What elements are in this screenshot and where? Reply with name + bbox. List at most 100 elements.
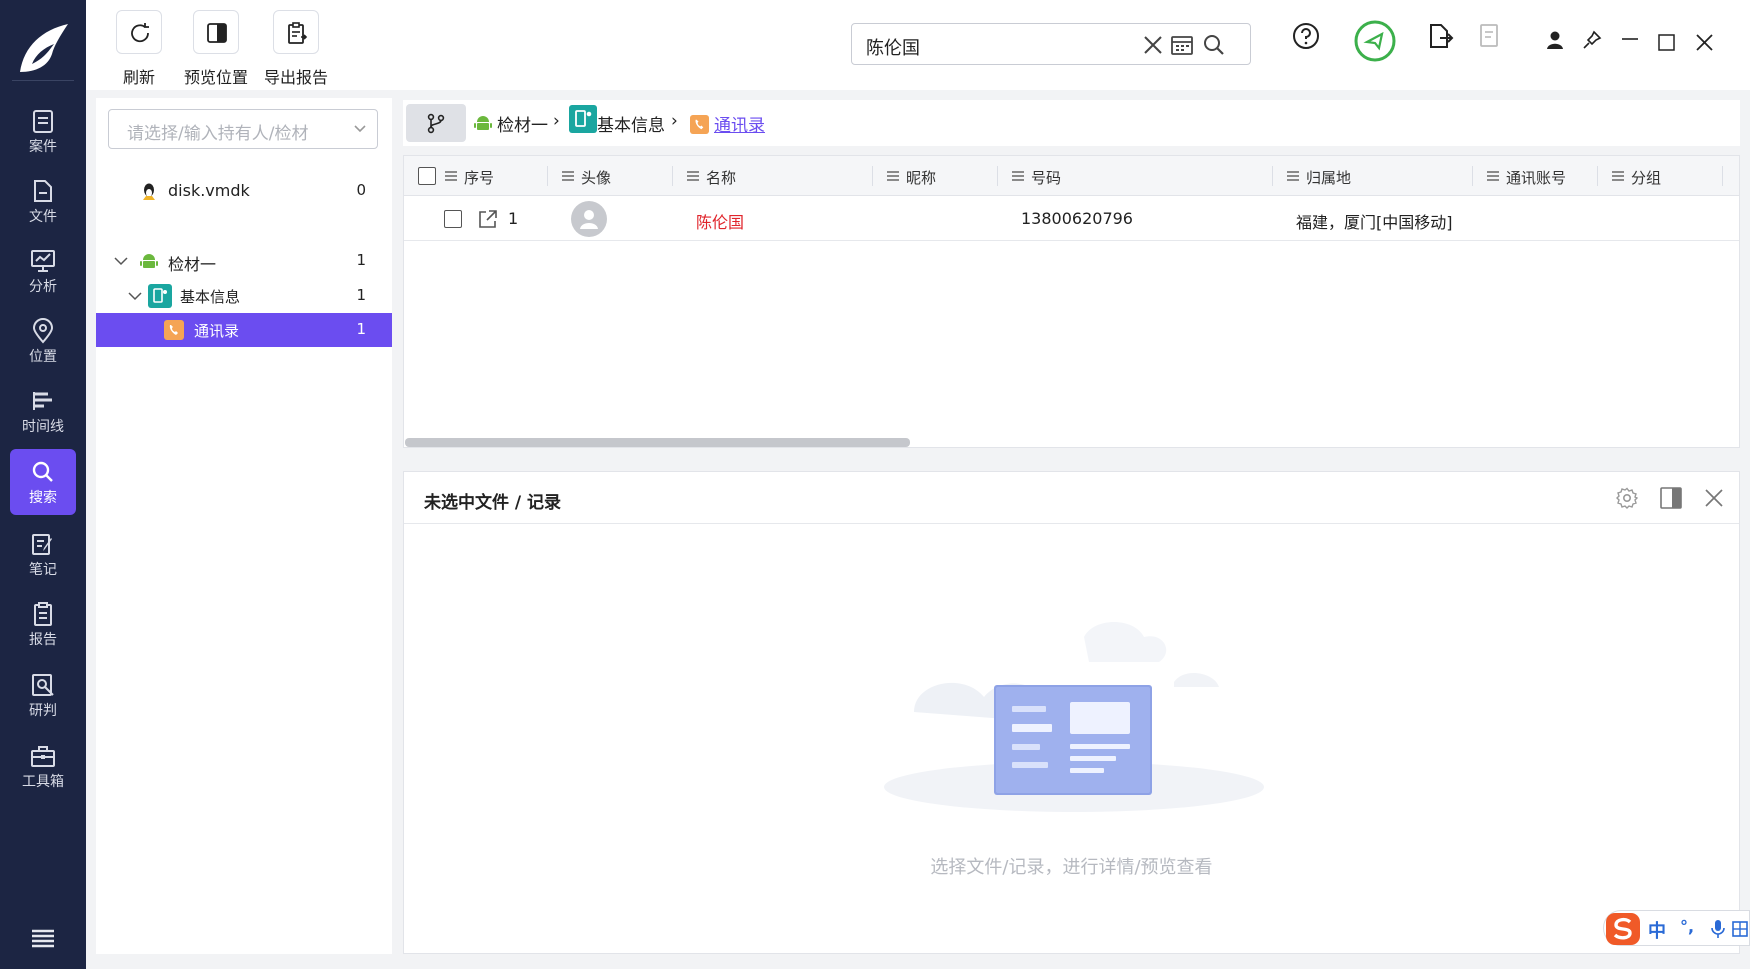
- nav-report[interactable]: 报告: [10, 591, 76, 657]
- column-header-location[interactable]: 归属地: [1306, 167, 1351, 188]
- column-menu-icon[interactable]: [1487, 171, 1499, 181]
- nav-case-label: 案件: [29, 139, 57, 155]
- analysis-icon: [31, 250, 55, 272]
- column-separator[interactable]: [1722, 166, 1723, 186]
- export-report-button-frame: [273, 10, 319, 54]
- column-menu-icon[interactable]: [1612, 171, 1624, 181]
- search-icon[interactable]: [1202, 34, 1226, 56]
- status-ok-icon[interactable]: [1354, 20, 1396, 62]
- column-header-nickname[interactable]: 昵称: [906, 167, 936, 188]
- tree-node-disk[interactable]: disk.vmdk 0: [96, 174, 392, 208]
- close-icon[interactable]: [1695, 33, 1714, 52]
- column-menu-icon[interactable]: [445, 171, 457, 181]
- column-menu-icon[interactable]: [562, 171, 574, 181]
- nav-location[interactable]: 位置: [10, 308, 76, 374]
- export-file-icon[interactable]: [1428, 22, 1454, 50]
- nav-timeline[interactable]: 时间线: [10, 378, 76, 444]
- timeline-icon: [33, 392, 52, 410]
- export-report-button[interactable]: 导出报告: [256, 10, 336, 88]
- column-menu-icon[interactable]: [1287, 171, 1299, 181]
- nav-report-label: 报告: [29, 632, 57, 648]
- clear-icon[interactable]: [1142, 34, 1164, 56]
- horizontal-scrollbar[interactable]: [405, 438, 910, 447]
- export-report-label: 导出报告: [263, 68, 328, 87]
- linux-icon: [143, 183, 155, 200]
- column-separator[interactable]: [997, 166, 998, 186]
- select-all-checkbox[interactable]: [418, 167, 436, 185]
- nav-judge[interactable]: 研判: [10, 662, 76, 728]
- tree-node-count: 0: [356, 181, 366, 199]
- keyboard-grid-icon[interactable]: [1732, 921, 1748, 937]
- empty-state-illustration: [884, 622, 1264, 812]
- global-search[interactable]: 陈伦国: [851, 23, 1251, 65]
- column-separator[interactable]: [1597, 166, 1598, 186]
- close-icon[interactable]: [1704, 488, 1724, 508]
- maximize-icon[interactable]: [1658, 34, 1675, 51]
- user-icon[interactable]: [1546, 30, 1564, 50]
- column-header-index[interactable]: 序号: [464, 167, 494, 188]
- column-header-avatar[interactable]: 头像: [581, 167, 611, 188]
- column-header-account[interactable]: 通讯账号: [1506, 167, 1566, 188]
- microphone-icon[interactable]: [1711, 919, 1725, 939]
- nav-toolbox[interactable]: 工具箱: [10, 733, 76, 799]
- open-external-icon[interactable]: [477, 208, 499, 230]
- chevron-down-icon[interactable]: [114, 256, 128, 266]
- report-icon: [34, 602, 52, 626]
- column-menu-icon[interactable]: [887, 171, 899, 181]
- ime-toolbar[interactable]: 中 °,: [1603, 910, 1750, 946]
- nav-analysis[interactable]: 分析: [10, 238, 76, 304]
- refresh-button[interactable]: 刷新: [112, 10, 166, 88]
- breadcrumb-basic-info[interactable]: 基本信息: [597, 111, 665, 136]
- breadcrumb-separator: ›: [671, 111, 678, 131]
- nav-files[interactable]: 文件: [10, 168, 76, 234]
- judge-icon: [32, 674, 54, 696]
- column-header-number[interactable]: 号码: [1031, 167, 1061, 188]
- search-input[interactable]: 陈伦国: [866, 34, 920, 60]
- column-header-name[interactable]: 名称: [706, 167, 736, 188]
- nav-judge-label: 研判: [29, 703, 57, 719]
- nav-notes[interactable]: 笔记: [10, 521, 76, 587]
- contacts-icon: [164, 320, 184, 340]
- row-checkbox[interactable]: [444, 210, 462, 228]
- tree-node-basic-info[interactable]: 基本信息 1: [96, 279, 392, 313]
- table-row[interactable]: 1 陈伦国 13800620796 福建，厦门[中国移动]: [404, 197, 1739, 241]
- ime-language[interactable]: 中: [1648, 917, 1666, 943]
- gear-icon[interactable]: [1616, 487, 1638, 509]
- minimize-icon[interactable]: [1621, 33, 1639, 45]
- pin-icon[interactable]: [1582, 30, 1602, 50]
- column-separator[interactable]: [1272, 166, 1273, 186]
- holder-select[interactable]: 请选择/输入持有人/检材: [108, 109, 378, 149]
- tree-node-evidence-one[interactable]: 检材一 1: [96, 244, 392, 278]
- menu-icon[interactable]: [30, 927, 56, 949]
- nav-analysis-label: 分析: [29, 279, 57, 295]
- breadcrumb-evidence-one[interactable]: 检材一: [497, 111, 548, 136]
- split-panel-icon[interactable]: [1660, 487, 1682, 509]
- nav-search[interactable]: 搜索: [10, 449, 76, 515]
- column-menu-icon[interactable]: [687, 171, 699, 181]
- breadcrumb-contacts[interactable]: 通讯录: [714, 111, 765, 136]
- tree-node-contacts[interactable]: 通讯录 1: [96, 313, 392, 347]
- chevron-down-icon[interactable]: [128, 291, 142, 301]
- column-menu-icon[interactable]: [1012, 171, 1024, 181]
- avatar: [571, 201, 607, 237]
- basic-info-icon: [569, 105, 597, 133]
- toolbar: 刷新 预览位置 导出报告 陈伦国: [86, 0, 1750, 90]
- column-header-group[interactable]: 分组: [1631, 167, 1661, 188]
- column-separator[interactable]: [547, 166, 548, 186]
- column-separator[interactable]: [872, 166, 873, 186]
- help-icon[interactable]: [1292, 22, 1320, 50]
- ime-punctuation[interactable]: °,: [1680, 917, 1694, 936]
- preview-position-button[interactable]: 预览位置: [176, 10, 256, 88]
- nav-notes-label: 笔记: [29, 562, 57, 578]
- cell-name[interactable]: 陈伦国: [696, 209, 744, 233]
- refresh-label: 刷新: [122, 68, 155, 87]
- column-separator[interactable]: [1472, 166, 1473, 186]
- table-header: 序号 头像 名称 昵称 号码 归属地 通讯账号 分组: [404, 156, 1739, 196]
- branch-button[interactable]: [406, 104, 466, 142]
- calendar-icon[interactable]: [1170, 34, 1194, 56]
- nav-case[interactable]: 案件: [10, 98, 76, 164]
- split-panel-icon: [207, 23, 227, 43]
- cell-number: 13800620796: [1021, 209, 1133, 228]
- main-sidebar: 案件 文件 分析 位置 时间线 搜索 笔记 报告 研判 工具箱: [0, 0, 86, 969]
- column-separator[interactable]: [672, 166, 673, 186]
